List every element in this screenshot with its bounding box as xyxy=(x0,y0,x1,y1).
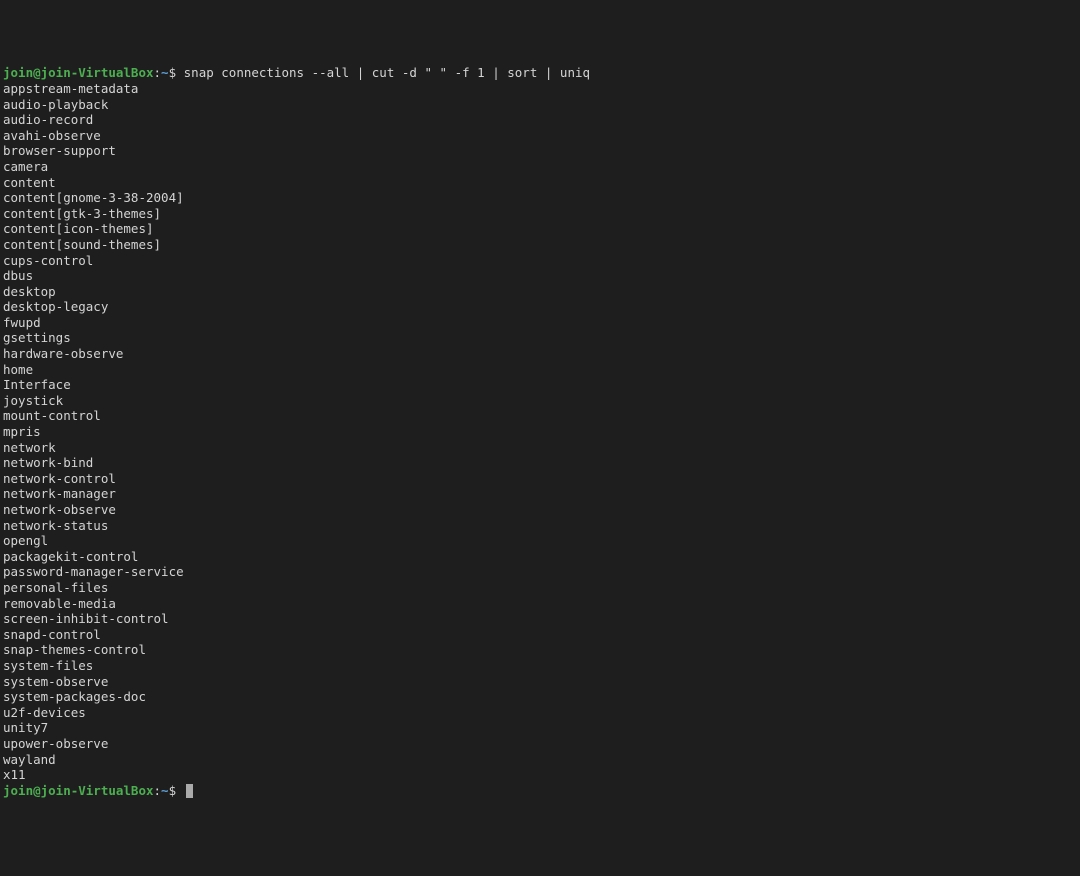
prompt-dollar: $ xyxy=(169,783,177,798)
output-line: system-files xyxy=(3,658,1077,674)
output-line: desktop xyxy=(3,284,1077,300)
prompt-colon: : xyxy=(154,65,162,80)
prompt-line-1: join@join-VirtualBox:~$ snap connections… xyxy=(3,65,1077,81)
output-line: browser-support xyxy=(3,143,1077,159)
output-line: personal-files xyxy=(3,580,1077,596)
output-line: gsettings xyxy=(3,330,1077,346)
output-line: upower-observe xyxy=(3,736,1077,752)
output-line: screen-inhibit-control xyxy=(3,611,1077,627)
output-line: mount-control xyxy=(3,408,1077,424)
prompt-path: ~ xyxy=(161,65,169,80)
output-line: snapd-control xyxy=(3,627,1077,643)
output-line: dbus xyxy=(3,268,1077,284)
output-line: snap-themes-control xyxy=(3,642,1077,658)
output-line: x11 xyxy=(3,767,1077,783)
prompt-path: ~ xyxy=(161,783,169,798)
output-line: system-observe xyxy=(3,674,1077,690)
output-line: network-control xyxy=(3,471,1077,487)
output-line: home xyxy=(3,362,1077,378)
output-line: password-manager-service xyxy=(3,564,1077,580)
output-line: content[sound-themes] xyxy=(3,237,1077,253)
output-line: removable-media xyxy=(3,596,1077,612)
output-line: joystick xyxy=(3,393,1077,409)
output-line: cups-control xyxy=(3,253,1077,269)
cursor-icon xyxy=(186,784,193,798)
output-line: content[gnome-3-38-2004] xyxy=(3,190,1077,206)
prompt-colon: : xyxy=(154,783,162,798)
output-line: audio-record xyxy=(3,112,1077,128)
prompt-dollar: $ xyxy=(169,65,177,80)
output-line: content[gtk-3-themes] xyxy=(3,206,1077,222)
output-line: appstream-metadata xyxy=(3,81,1077,97)
output-line: network-status xyxy=(3,518,1077,534)
output-line: desktop-legacy xyxy=(3,299,1077,315)
terminal[interactable]: join@join-VirtualBox:~$ snap connections… xyxy=(3,65,1077,798)
output-line: wayland xyxy=(3,752,1077,768)
output-line: network-observe xyxy=(3,502,1077,518)
output-line: mpris xyxy=(3,424,1077,440)
output-line: network-bind xyxy=(3,455,1077,471)
output-line: hardware-observe xyxy=(3,346,1077,362)
output-line: Interface xyxy=(3,377,1077,393)
output-line: camera xyxy=(3,159,1077,175)
output-line: packagekit-control xyxy=(3,549,1077,565)
output-line: network xyxy=(3,440,1077,456)
output-line: avahi-observe xyxy=(3,128,1077,144)
prompt-user: join@join-VirtualBox xyxy=(3,783,154,798)
terminal-output: appstream-metadataaudio-playbackaudio-re… xyxy=(3,81,1077,783)
output-line: network-manager xyxy=(3,486,1077,502)
output-line: system-packages-doc xyxy=(3,689,1077,705)
output-line: unity7 xyxy=(3,720,1077,736)
output-line: audio-playback xyxy=(3,97,1077,113)
command-text: snap connections --all | cut -d " " -f 1… xyxy=(184,65,590,80)
output-line: content xyxy=(3,175,1077,191)
prompt-user: join@join-VirtualBox xyxy=(3,65,154,80)
output-line: opengl xyxy=(3,533,1077,549)
output-line: u2f-devices xyxy=(3,705,1077,721)
output-line: content[icon-themes] xyxy=(3,221,1077,237)
prompt-line-2[interactable]: join@join-VirtualBox:~$ xyxy=(3,783,1077,799)
output-line: fwupd xyxy=(3,315,1077,331)
